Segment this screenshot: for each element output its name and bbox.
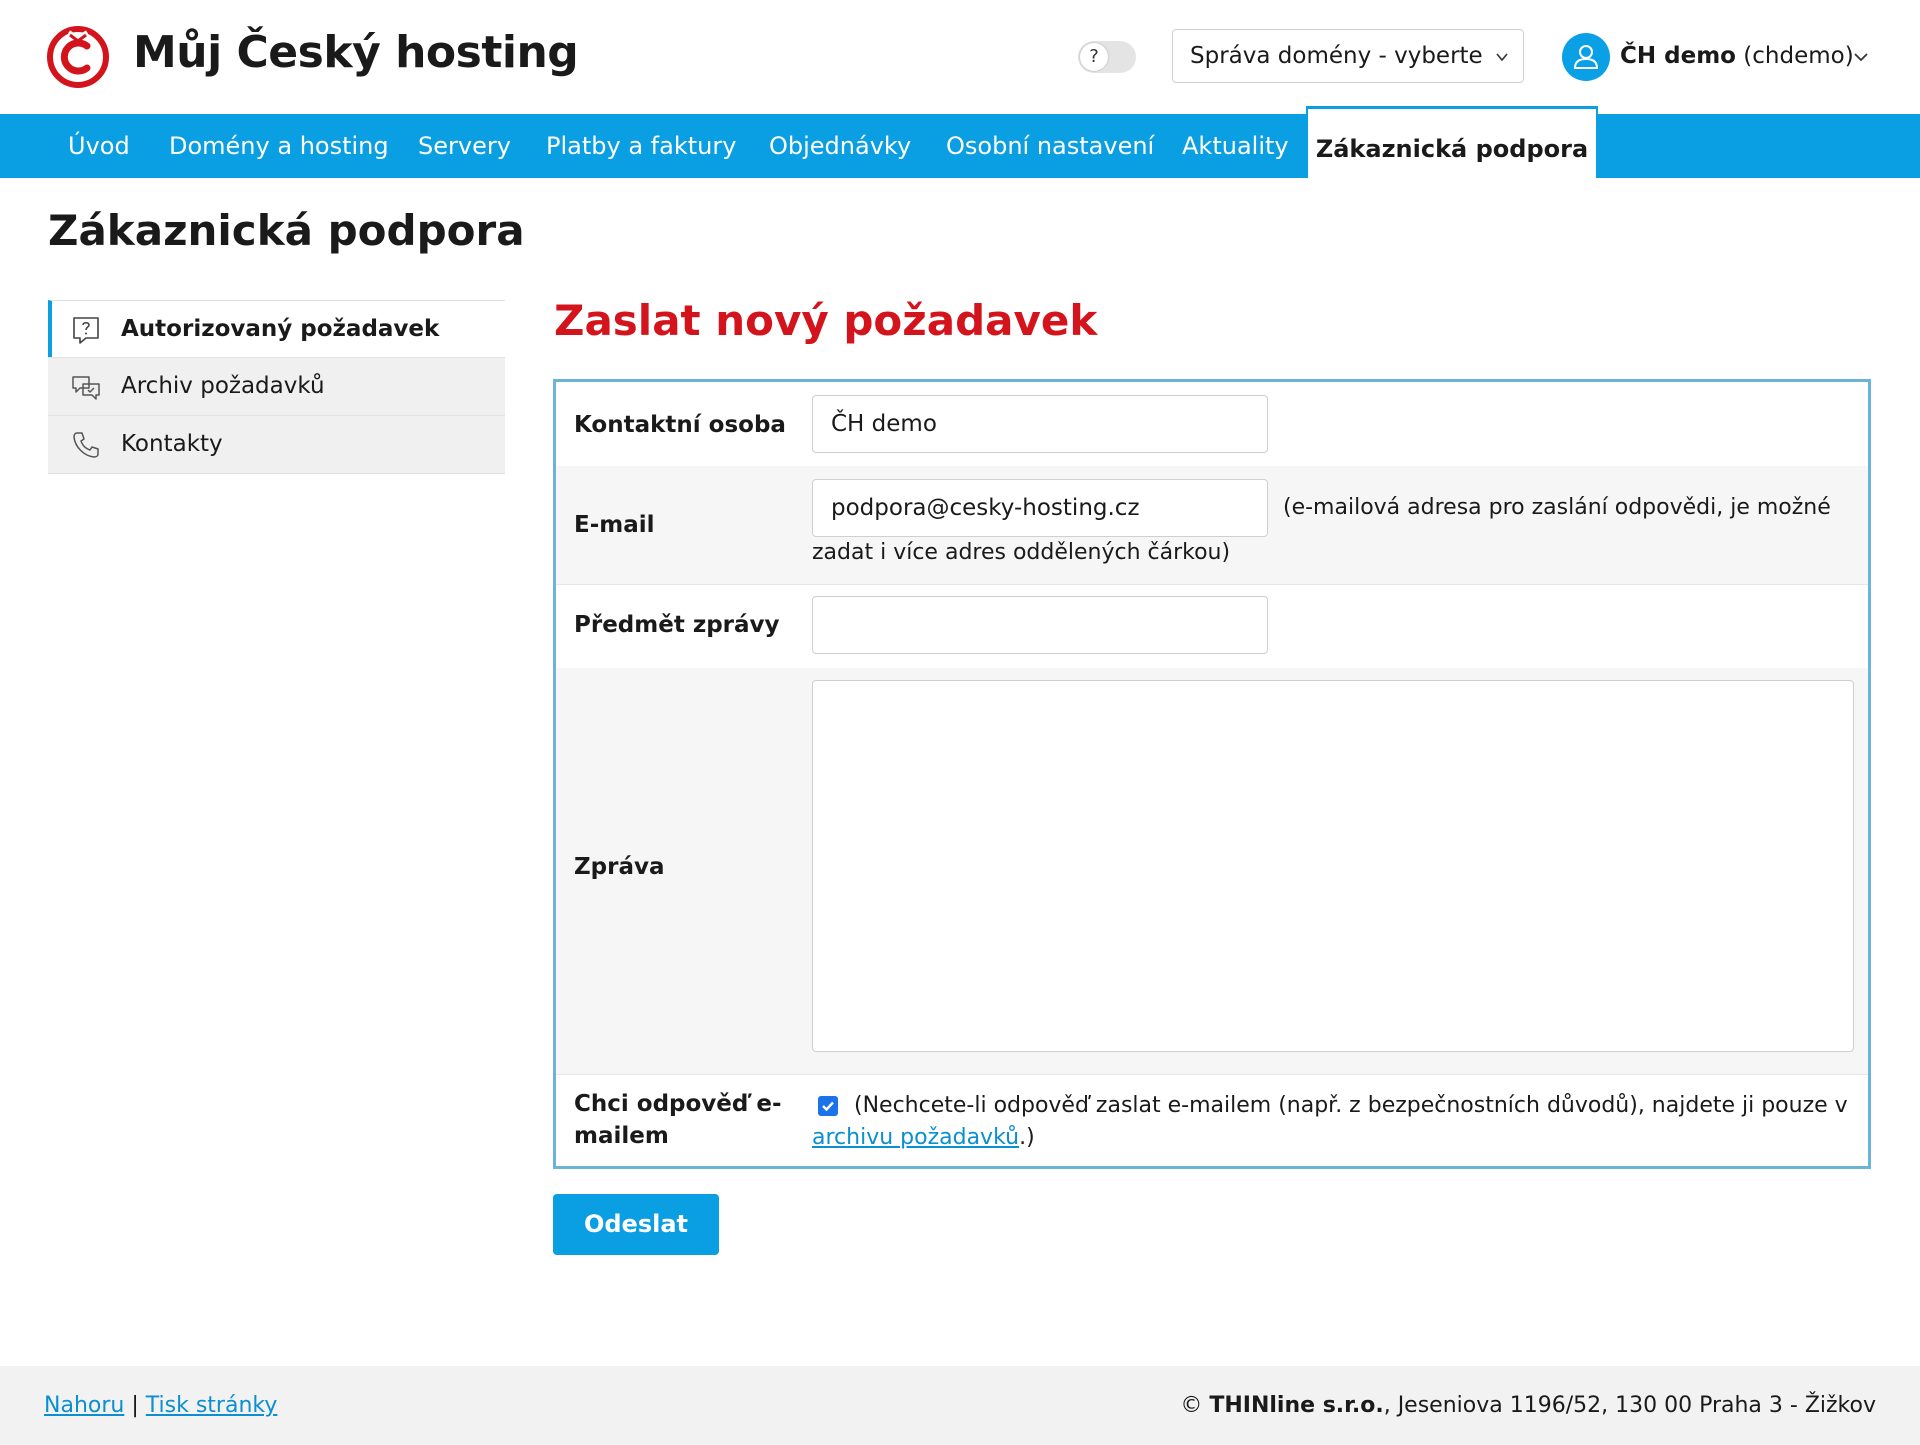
sidebar-item-archiv-pozadavku[interactable]: Archiv požadavků [48,357,505,415]
user-avatar[interactable] [1562,33,1610,81]
archive-link[interactable]: archivu požadavků [812,1125,1019,1150]
nav-item-osobni-nastaveni[interactable]: Osobní nastavení [946,114,1154,178]
sidebar-item-label: Kontakty [121,431,223,457]
reply-email-label-line2: mailem [574,1123,669,1149]
question-bubble-icon [73,317,99,344]
contact-input[interactable]: ČH demo [812,395,1268,453]
page-title: Zákaznická podpora [48,206,525,255]
nav-item-aktuality[interactable]: Aktuality [1182,114,1289,178]
copyright-symbol: © [1180,1393,1203,1418]
sidebar: Autorizovaný požadavek Archiv požadavků … [48,300,505,474]
sidebar-item-label: Archiv požadavků [121,373,325,399]
form-row-email: E-mail podpora@cesky-hosting.cz (e-mailo… [556,466,1868,585]
company-name: THINline s.r.o. [1209,1393,1384,1418]
form-row-contact: Kontaktní osoba ČH demo [556,382,1868,467]
form-row-message: Zpráva [556,668,1868,1075]
form-heading: Zaslat nový požadavek [554,296,1098,345]
nav-item-uvod[interactable]: Úvod [68,114,130,178]
contact-label: Kontaktní osoba [574,412,786,438]
chat-archive-icon [72,376,100,400]
new-request-form: Kontaktní osoba ČH demo E-mail podpora@c… [553,379,1871,1169]
message-label: Zpráva [574,854,665,880]
back-to-top-link[interactable]: Nahoru [44,1393,124,1418]
user-icon [1573,45,1599,69]
email-hint-line1: (e-mailová adresa pro zaslání odpovědi, … [1283,495,1831,520]
user-menu[interactable]: ČH demo (chdemo) [1620,43,1854,69]
message-textarea[interactable] [812,680,1854,1052]
user-login: (chdemo) [1743,43,1854,69]
header: Můj Český hosting ? Správa domény - vybe… [0,0,1920,114]
reply-email-label-line1: Chci odpověď e- [574,1091,782,1117]
copyright: © THINline s.r.o., Jeseniova 1196/52, 13… [1180,1393,1876,1418]
nav-item-zakaznicka-podpora[interactable]: Zákaznická podpora [1306,106,1598,178]
user-name: ČH demo [1620,43,1736,69]
app-title: Můj Český hosting [133,27,579,78]
form-row-subject: Předmět zprávy [556,584,1868,669]
email-label: E-mail [574,512,655,538]
email-input[interactable]: podpora@cesky-hosting.cz [812,479,1268,537]
sidebar-item-autorizovany-pozadavek[interactable]: Autorizovaný požadavek [48,300,505,357]
main-nav: Úvod Domény a hosting Servery Platby a f… [0,106,1920,178]
domain-select[interactable]: Správa domény - vyberte [1172,29,1524,83]
chevron-down-icon[interactable] [1853,50,1869,64]
chevron-down-icon [1496,53,1508,62]
email-hint-line2: zadat i více adres oddělených čárkou) [812,540,1231,565]
logo-icon[interactable] [47,26,109,88]
footer: Nahoru | Tisk stránky © THINline s.r.o.,… [0,1366,1920,1445]
print-page-link[interactable]: Tisk stránky [146,1393,278,1418]
company-address: , Jeseniova 1196/52, 130 00 Praha 3 - Ži… [1383,1393,1876,1418]
nav-item-platby-a-faktury[interactable]: Platby a faktury [546,114,736,178]
sidebar-item-label: Autorizovaný požadavek [121,316,440,342]
help-toggle[interactable]: ? [1078,41,1136,73]
reply-email-note: (Nechcete-li odpověď zaslat e-mailem (na… [812,1090,1852,1154]
subject-input[interactable] [812,596,1268,654]
nav-item-objednavky[interactable]: Objednávky [769,114,911,178]
footer-links: Nahoru | Tisk stránky [44,1393,277,1418]
reply-email-note-end: .) [1019,1125,1035,1150]
sidebar-item-kontakty[interactable]: Kontakty [48,415,505,474]
reply-email-note-text: (Nechcete-li odpověď zaslat e-mailem (na… [854,1093,1848,1118]
submit-button[interactable]: Odeslat [553,1194,719,1255]
form-row-reply-email: Chci odpověď e- mailem (Nechcete-li odpo… [556,1074,1868,1166]
phone-icon [73,432,99,458]
nav-item-servery[interactable]: Servery [418,114,511,178]
subject-label: Předmět zprávy [574,612,780,638]
domain-select-value: Správa domény - vyberte [1190,43,1483,69]
nav-item-domeny-a-hosting[interactable]: Domény a hosting [169,114,389,178]
footer-separator: | [131,1393,139,1418]
reply-email-label: Chci odpověď e- mailem [574,1088,782,1152]
help-icon: ? [1080,43,1108,71]
